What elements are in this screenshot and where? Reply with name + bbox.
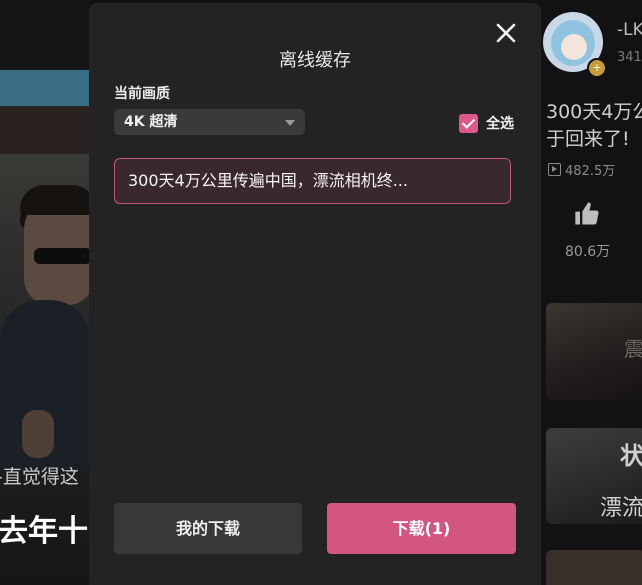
avatar-face — [561, 34, 587, 60]
play-count-icon — [548, 163, 561, 176]
offline-cache-dialog: 离线缓存 当前画质 4K 超清 全选 300天4万公里传遍中国，漂流相机终...… — [89, 3, 541, 585]
related-video-thumbnail[interactable] — [546, 550, 642, 585]
video-subtitle-line2: 去年十 — [0, 514, 88, 549]
view-count-value: 482.5万 — [565, 164, 616, 179]
plus-badge-icon: + — [587, 58, 607, 78]
close-icon[interactable] — [494, 21, 518, 45]
uploader-fans: 341 — [617, 50, 642, 65]
person-hair-top — [20, 185, 90, 215]
video-player-area: -直觉得这 去年十 — [0, 0, 90, 585]
like-count: 80.6万 — [565, 244, 611, 260]
uploader-name[interactable]: -LK — [617, 20, 642, 40]
thumbnail-text: 漂流 — [599, 496, 642, 521]
person-hand — [22, 410, 54, 458]
thumbnail-text: 震 — [624, 337, 642, 361]
person-sunglasses — [34, 248, 90, 264]
thumbnail-text: 状 — [620, 442, 642, 470]
video-title-line1: 300天4万公 — [546, 101, 642, 123]
video-top-strip — [0, 70, 90, 106]
download-button[interactable]: 下载(1) — [327, 503, 516, 554]
select-all-checkbox[interactable]: 全选 — [459, 113, 514, 133]
checkbox-checked-icon[interactable] — [459, 113, 478, 133]
my-downloads-button[interactable]: 我的下载 — [114, 503, 302, 554]
quality-select[interactable]: 4K 超清 — [114, 109, 305, 135]
video-title-line2: 于回来了! — [546, 128, 630, 150]
quality-select-value: 4K 超清 — [124, 114, 178, 130]
video-info-column: + -LK 341 300天4万公 于回来了! 482.5万 80.6万 震 状… — [541, 0, 642, 585]
related-video-thumbnail[interactable]: 状 漂流 — [546, 428, 642, 524]
chevron-down-icon — [285, 120, 295, 126]
view-count: 482.5万 — [548, 160, 615, 179]
video-dark-strip — [0, 106, 90, 154]
select-all-label: 全选 — [486, 116, 514, 132]
quality-label: 当前画质 — [114, 86, 170, 102]
dialog-title: 离线缓存 — [279, 50, 351, 71]
download-item[interactable]: 300天4万公里传遍中国，漂流相机终... — [114, 158, 511, 204]
video-subtitle-line1: -直觉得这 — [0, 466, 79, 488]
thumbs-up-icon[interactable] — [573, 200, 601, 228]
related-video-thumbnail[interactable]: 震 — [546, 303, 642, 400]
